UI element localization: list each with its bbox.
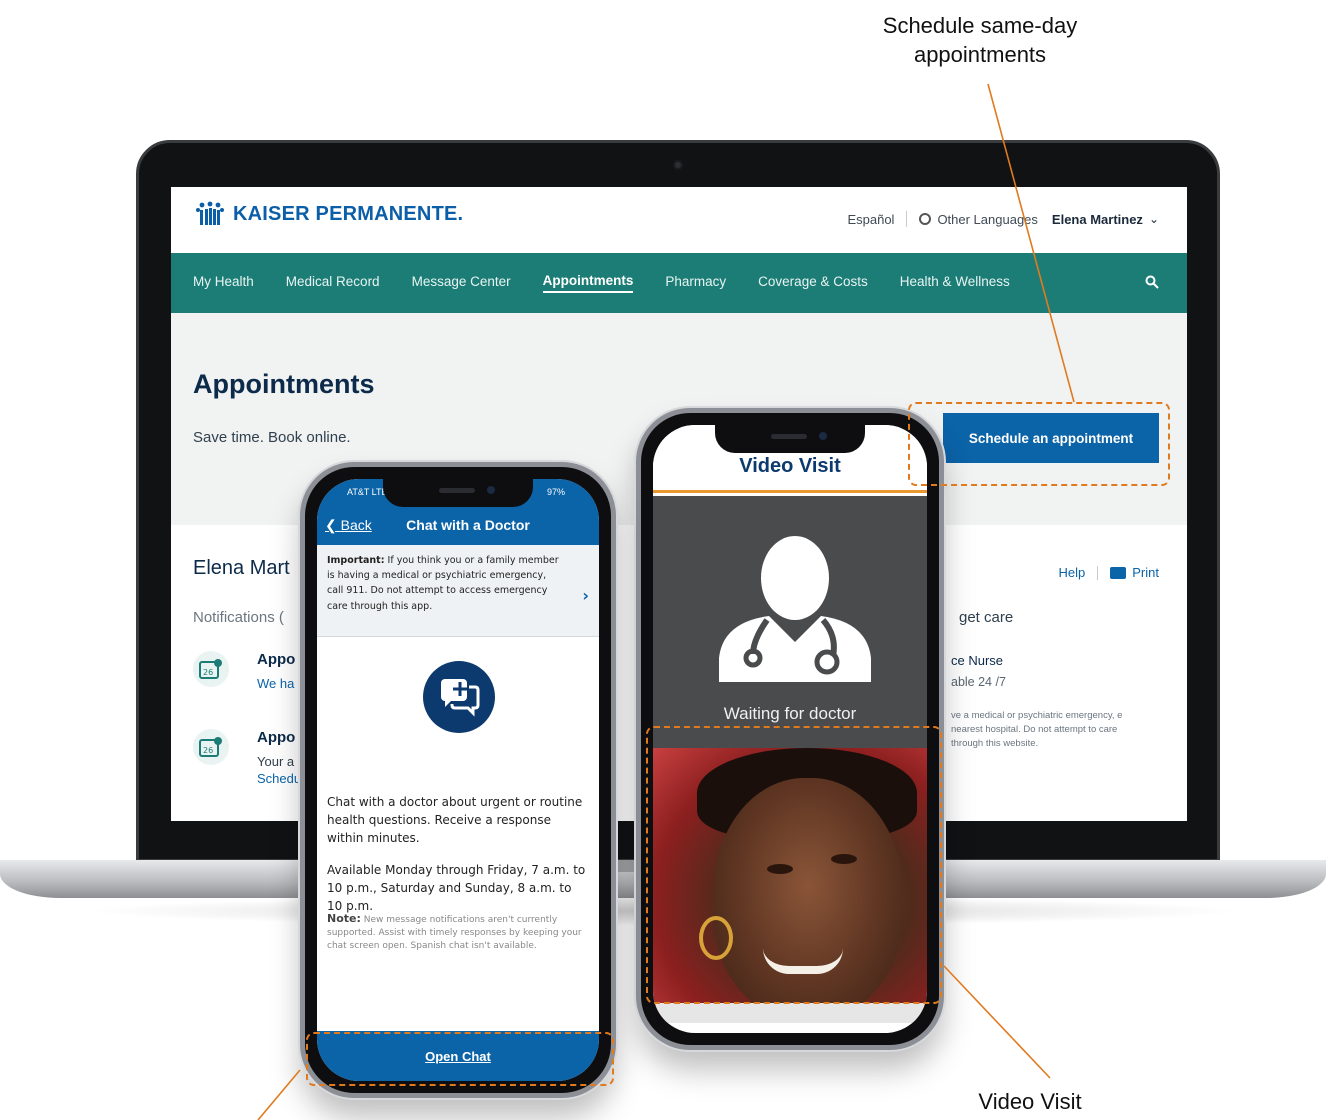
callout-box-schedule	[908, 402, 1170, 486]
webcam-icon	[673, 160, 683, 170]
kp-logo[interactable]: KAISER PERMANENTE.	[193, 201, 463, 227]
nav-pharmacy[interactable]: Pharmacy	[665, 274, 726, 292]
notifications-heading: Notifications (	[193, 609, 284, 626]
chat-title: Chat with a Doctor	[406, 517, 530, 533]
nav-medical-record[interactable]: Medical Record	[286, 274, 380, 292]
notification-link[interactable]: We ha	[257, 676, 295, 691]
utility-divider	[906, 211, 908, 227]
print-link[interactable]: Print	[1132, 565, 1159, 580]
calendar-check-icon: 26	[193, 651, 229, 687]
get-care-heading: get care	[959, 609, 1014, 626]
waiting-for-doctor-text: Waiting for doctor	[723, 704, 857, 723]
important-label: Important:	[327, 555, 385, 566]
page-subtitle: Save time. Book online.	[193, 429, 351, 446]
chevron-right-icon[interactable]: ›	[582, 583, 589, 609]
nav-message-center[interactable]: Message Center	[412, 274, 511, 292]
svg-text:26: 26	[203, 668, 213, 677]
main-nav: My Health Medical Record Message Center …	[171, 253, 1187, 313]
notification-text: Your a	[257, 754, 295, 769]
phone-notch	[383, 479, 533, 507]
kp-logo-text: KAISER PERMANENTE.	[233, 202, 464, 225]
chat-phone: AT&T LTE 97% ❮ Back Chat with a Doctor I…	[300, 462, 616, 1098]
chat-availability: Available Monday through Friday, 7 a.m. …	[327, 863, 586, 913]
chevron-down-icon[interactable]: ⌄	[1149, 212, 1159, 226]
notification-title: Appo	[257, 651, 296, 668]
other-languages-link[interactable]: Other Languages	[937, 212, 1037, 227]
help-link[interactable]: Help	[1059, 565, 1086, 580]
help-print-divider	[1097, 565, 1099, 580]
member-name: Elena Mart	[193, 557, 290, 579]
chat-description: Chat with a doctor about urgent or routi…	[327, 795, 583, 845]
callout-box-open-chat	[306, 1032, 614, 1086]
video-visit-title: Video Visit	[739, 455, 841, 477]
site-header: KAISER PERMANENTE. Español Other Languag…	[171, 187, 1187, 253]
espanol-link[interactable]: Español	[847, 212, 894, 227]
speaker-grille	[439, 488, 475, 493]
search-icon[interactable]	[1145, 275, 1159, 289]
calendar-add-icon: 26	[193, 729, 229, 765]
advice-nurse-label[interactable]: ce Nurse	[951, 653, 1003, 668]
notification-title: Appo	[257, 729, 296, 746]
nav-coverage-costs[interactable]: Coverage & Costs	[758, 274, 868, 292]
callout-video-visit: Video Visit	[978, 1089, 1082, 1114]
notification-link[interactable]: Schedu	[257, 771, 301, 786]
emergency-disclaimer: ve a medical or psychiatric emergency, e…	[951, 710, 1123, 749]
chat-note: Note: New message notifications aren't c…	[327, 911, 593, 953]
nav-my-health[interactable]: My Health	[193, 274, 254, 292]
help-print-links: Help Print	[1059, 565, 1159, 580]
note-text: New message notifications aren't current…	[327, 915, 582, 952]
chat-bubble-icon	[423, 661, 495, 733]
chat-header: ❮ Back Chat with a Doctor	[317, 509, 599, 545]
nav-appointments[interactable]: Appointments	[542, 273, 634, 293]
page-title: Appointments	[193, 369, 375, 399]
nav-health-wellness[interactable]: Health & Wellness	[900, 274, 1010, 292]
notification-item[interactable]: 26 Appo We ha	[193, 651, 295, 691]
emergency-notice[interactable]: Important: If you think you or a family …	[317, 545, 599, 637]
doctor-avatar-icon	[719, 536, 871, 682]
user-menu[interactable]: Elena Martinez	[1052, 212, 1143, 227]
advice-nurse-availability: able 24 /7	[951, 675, 1006, 689]
carrier-label: AT&T LTE	[347, 487, 388, 497]
waiting-panel: Waiting for doctor	[653, 496, 927, 748]
callout-top-line2: appointments	[913, 41, 1047, 67]
notification-item[interactable]: 26 Appo Your a Schedu	[193, 729, 301, 786]
speaker-grille	[771, 434, 807, 439]
video-controls-bar[interactable]	[653, 1003, 927, 1023]
phone-notch	[715, 425, 865, 453]
front-camera	[487, 486, 495, 494]
callout-box-video	[646, 726, 942, 1004]
kp-logo-icon	[196, 201, 224, 225]
front-camera	[819, 432, 827, 440]
utility-bar: Español Other Languages Elena Martinez ⌄	[847, 211, 1159, 227]
callout-schedule-same-day: Schedule same-day appointments	[850, 12, 1110, 69]
svg-text:26: 26	[203, 746, 213, 755]
globe-icon	[919, 213, 932, 225]
battery-level: 97%	[546, 487, 565, 497]
chat-phone-screen: AT&T LTE 97% ❮ Back Chat with a Doctor I…	[317, 479, 599, 1081]
printer-icon[interactable]	[1110, 566, 1127, 579]
callout-top-line1: Schedule same-day	[882, 13, 1078, 38]
note-label: Note:	[327, 912, 361, 925]
